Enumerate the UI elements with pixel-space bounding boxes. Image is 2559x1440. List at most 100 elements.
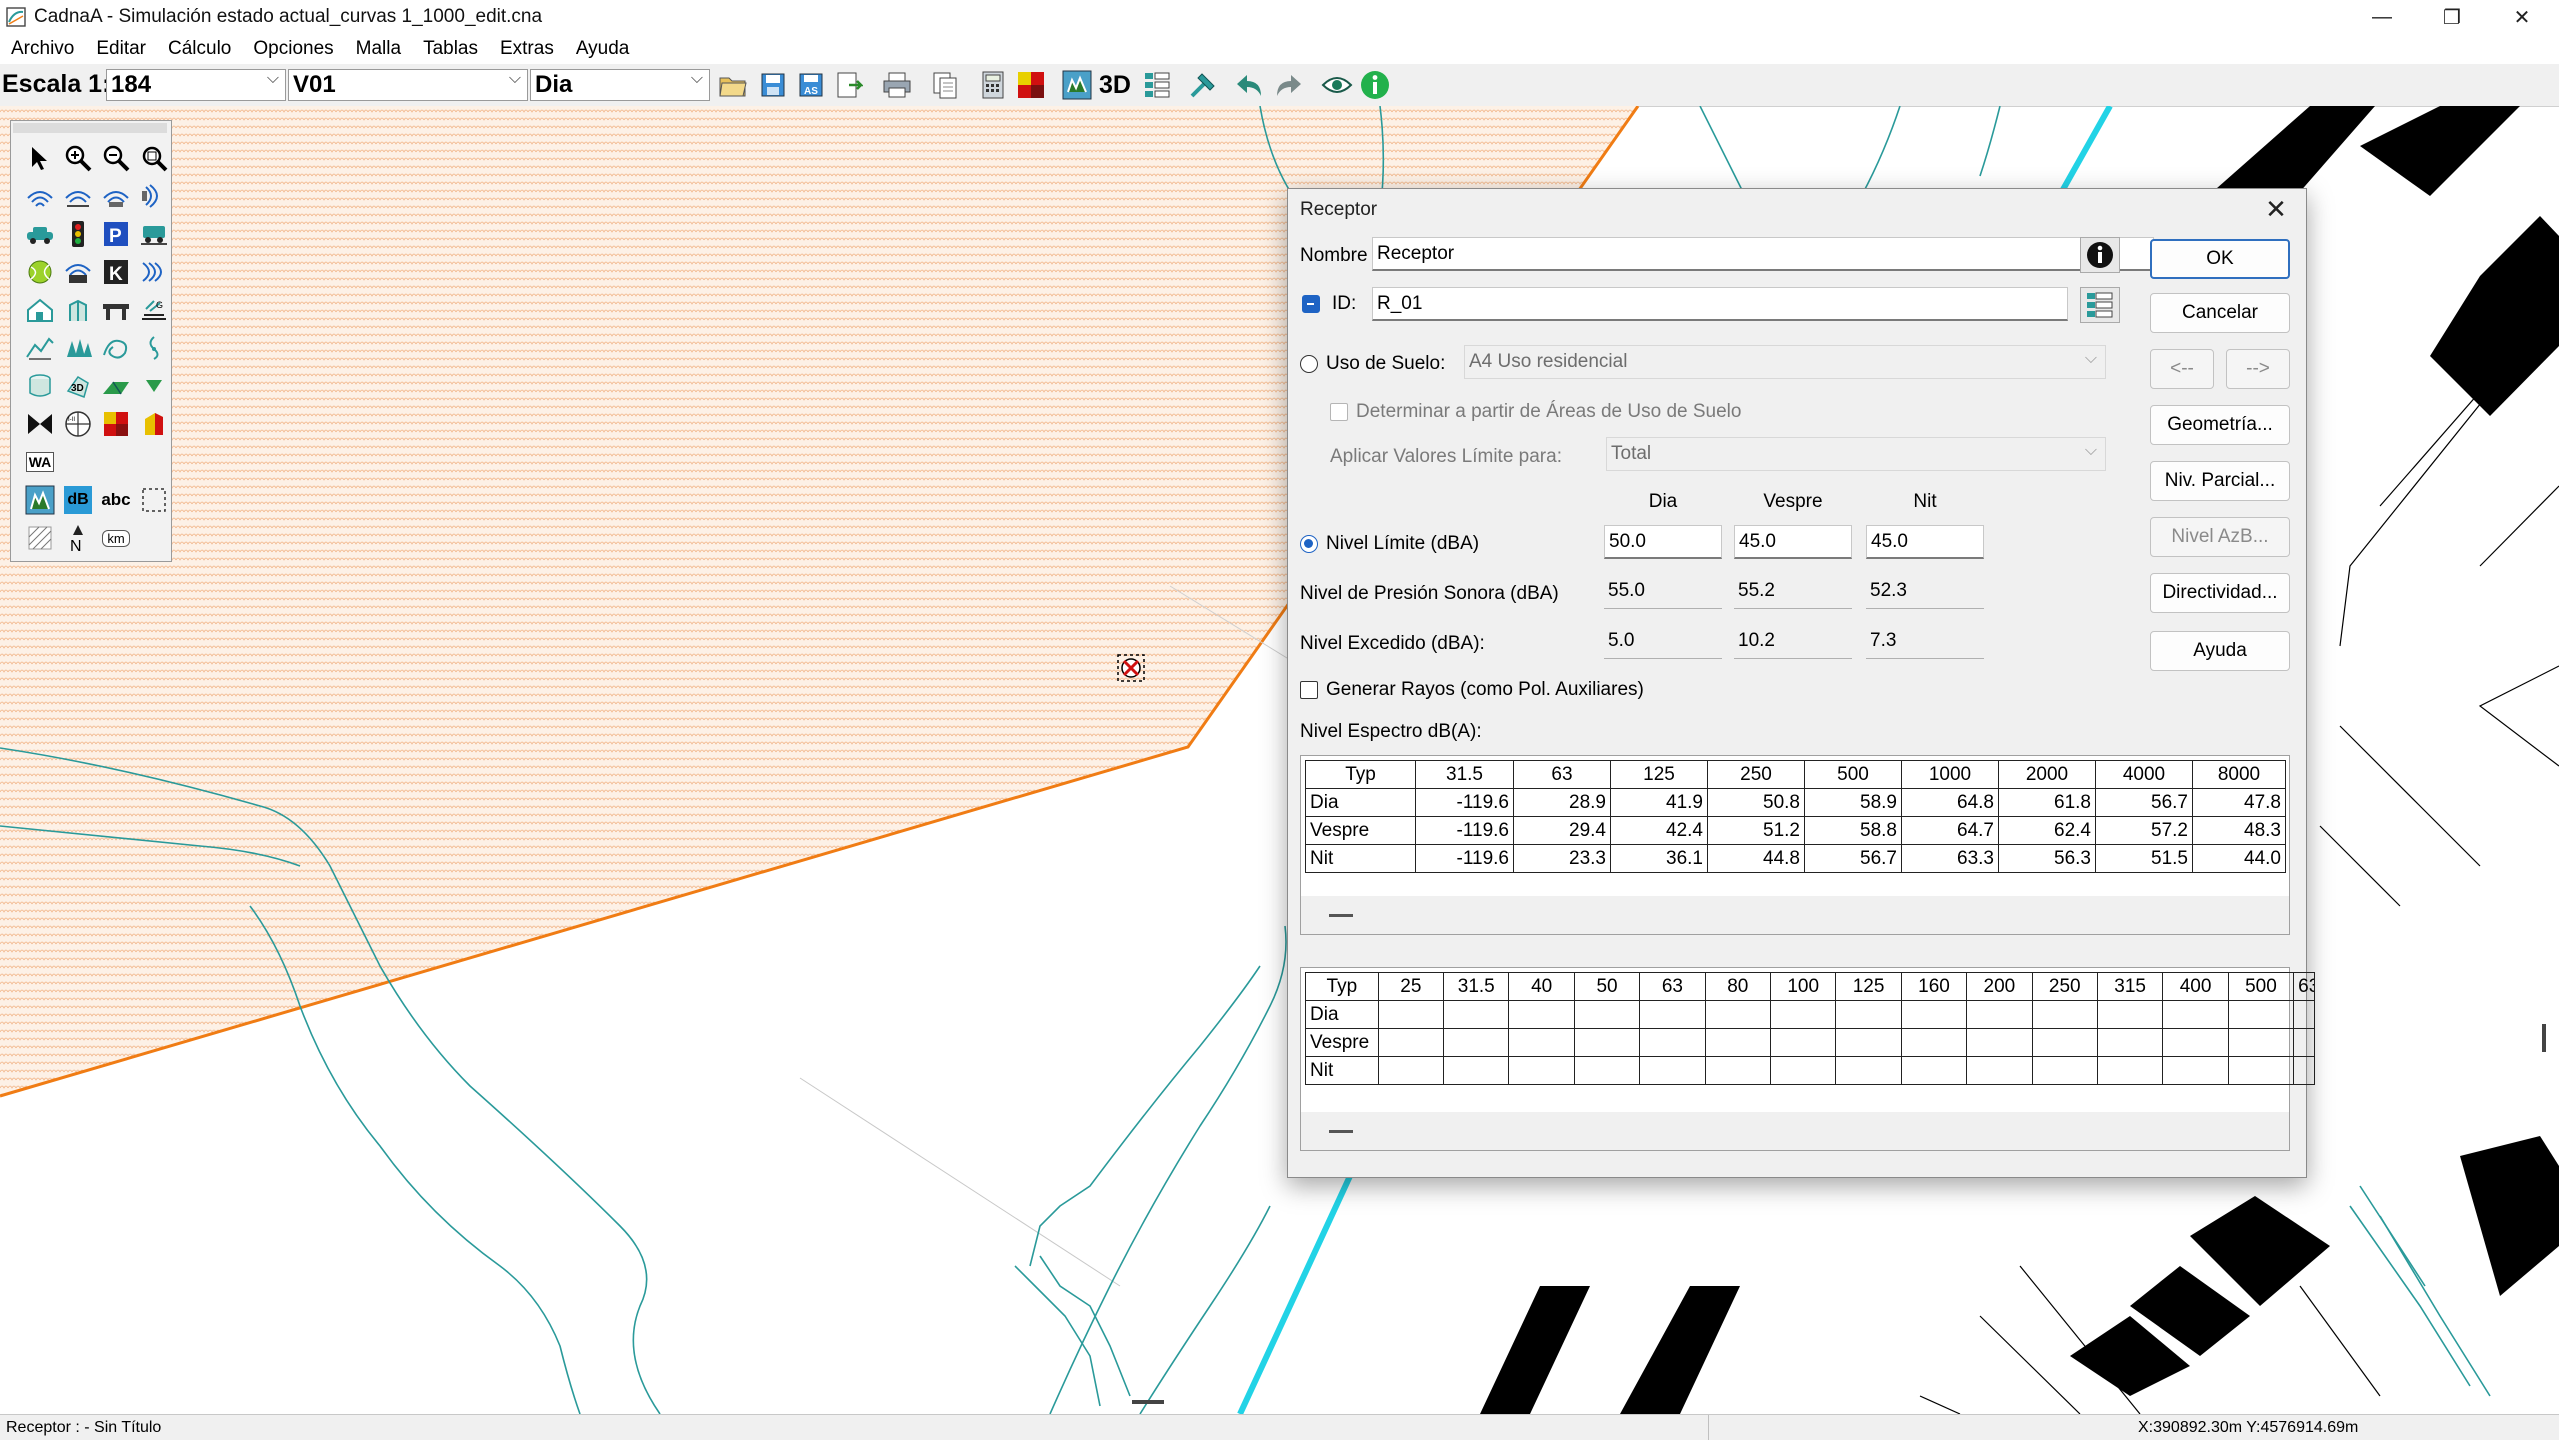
parking-icon[interactable]: P	[99, 217, 133, 251]
table-cell[interactable]	[1900, 1056, 1968, 1085]
previous-button[interactable]: <--	[2150, 349, 2214, 389]
table-cell[interactable]: 56.3	[1998, 844, 2096, 873]
table-cell[interactable]	[1900, 1000, 1968, 1029]
road-icon[interactable]	[23, 217, 57, 251]
zoom-in-icon[interactable]	[61, 141, 95, 175]
grid-map-small-icon[interactable]	[99, 407, 133, 441]
table-cell[interactable]	[2162, 1000, 2229, 1029]
table-cell[interactable]	[1704, 1000, 1772, 1029]
zoom-out-icon[interactable]	[99, 141, 133, 175]
table-cell[interactable]	[1443, 1028, 1510, 1057]
bridge-icon[interactable]	[99, 293, 133, 327]
table-icon[interactable]	[1140, 68, 1174, 102]
save-icon[interactable]	[756, 68, 790, 102]
scale-combo[interactable]: 184 ⌵	[106, 69, 286, 101]
table-cell[interactable]: 62.4	[1998, 816, 2096, 845]
menu-calculo[interactable]: Cálculo	[157, 34, 242, 64]
table-row[interactable]: Vespre	[1305, 1028, 2315, 1057]
print-icon[interactable]	[880, 68, 914, 102]
calculator-icon[interactable]	[976, 68, 1010, 102]
point-source-icon[interactable]	[23, 179, 57, 213]
table-cell[interactable]	[1508, 1000, 1575, 1029]
cylinder-icon[interactable]	[23, 369, 57, 403]
horizontal-scrollbar[interactable]	[1301, 1112, 2289, 1150]
close-window-button[interactable]: ✕	[2492, 0, 2552, 34]
wifi-source-icon[interactable]	[61, 255, 95, 289]
table-cell[interactable]	[1966, 1000, 2033, 1029]
table-cell[interactable]	[1769, 1056, 1837, 1085]
menu-ayuda[interactable]: Ayuda	[565, 34, 641, 64]
cancel-button[interactable]: Cancelar	[2150, 293, 2290, 333]
table-row[interactable]: Nit	[1305, 1056, 2315, 1085]
table-cell[interactable]	[2096, 1028, 2164, 1057]
receiver-icon[interactable]	[23, 483, 57, 517]
table-cell[interactable]: 64.7	[1901, 816, 1999, 845]
close-icon[interactable]: ✕	[2256, 193, 2296, 225]
grid-map-icon[interactable]	[1014, 68, 1048, 102]
nivel-limite-nit[interactable]: 45.0	[1866, 525, 1984, 559]
maximize-button[interactable]: ❐	[2422, 0, 2482, 34]
table-cell[interactable]	[1769, 1000, 1837, 1029]
tools-icon[interactable]	[1186, 68, 1220, 102]
redo-icon[interactable]	[1272, 68, 1306, 102]
geometry-button[interactable]: Geometría...	[2150, 405, 2290, 445]
table-cell[interactable]: 44.0	[2192, 844, 2286, 873]
table-cell[interactable]	[2031, 1056, 2098, 1085]
menu-malla[interactable]: Malla	[345, 34, 412, 64]
directivity-button[interactable]: Directividad...	[2150, 573, 2290, 613]
section-box-icon[interactable]	[137, 483, 171, 517]
zoom-window-icon[interactable]	[137, 141, 171, 175]
forest-icon[interactable]	[61, 331, 95, 365]
contour-line-icon[interactable]	[99, 331, 133, 365]
export-icon[interactable]	[832, 68, 866, 102]
table-cell[interactable]	[1835, 1028, 1902, 1057]
table-cell[interactable]	[1573, 1056, 1641, 1085]
k-icon[interactable]: K	[99, 255, 133, 289]
tennis-ball-icon[interactable]	[23, 255, 57, 289]
table-cell[interactable]: 50.8	[1707, 788, 1805, 817]
table-cell[interactable]: -119.6	[1415, 844, 1514, 873]
crossing-icon[interactable]: I-II	[61, 407, 95, 441]
sound-wall-icon[interactable]	[137, 255, 171, 289]
table-cell[interactable]	[1443, 1056, 1510, 1085]
table-cell[interactable]	[2096, 1056, 2164, 1085]
table-cell[interactable]: 61.8	[1998, 788, 2096, 817]
table-cell[interactable]: 51.5	[2095, 844, 2193, 873]
table-cell[interactable]	[2293, 1028, 2315, 1057]
uso-suelo-radio[interactable]	[1300, 355, 1318, 373]
menu-tablas[interactable]: Tablas	[412, 34, 489, 64]
table-cell[interactable]	[1377, 1028, 1445, 1057]
table-cell[interactable]: 42.4	[1610, 816, 1708, 845]
facade-map-icon[interactable]	[137, 407, 171, 441]
barrier-icon[interactable]	[61, 293, 95, 327]
table-cell[interactable]	[2227, 1056, 2295, 1085]
bowtie-icon[interactable]	[23, 407, 57, 441]
table-cell[interactable]	[1769, 1028, 1837, 1057]
id-field[interactable]: R_01	[1372, 287, 2068, 321]
table-cell[interactable]	[1508, 1056, 1575, 1085]
3d-object-icon[interactable]: 3D	[61, 369, 95, 403]
table-cell[interactable]	[1573, 1028, 1641, 1057]
table-cell[interactable]: 28.9	[1513, 788, 1611, 817]
table-cell[interactable]: 51.2	[1707, 816, 1805, 845]
table-cell[interactable]	[1639, 1056, 1706, 1085]
nivel-limite-vespre[interactable]: 45.0	[1734, 525, 1852, 559]
table-cell[interactable]: 56.7	[1804, 844, 1902, 873]
north-arrow-icon[interactable]: N	[61, 521, 95, 555]
table-cell[interactable]	[1704, 1056, 1772, 1085]
table-row[interactable]: Dia -119.6 28.9 41.9 50.8 58.9 64.8 61.8…	[1305, 788, 2286, 817]
table-cell[interactable]: 29.4	[1513, 816, 1611, 845]
third-octave-spectrum-table[interactable]: Typ 25 31.5 40 50 63 80 100 125 160 200 …	[1300, 967, 2315, 1151]
table-cell[interactable]	[1443, 1000, 1510, 1029]
traffic-light-icon[interactable]	[61, 217, 95, 251]
id-table-button[interactable]	[2080, 287, 2120, 323]
table-cell[interactable]: 63.3	[1901, 844, 1999, 873]
table-cell[interactable]	[1900, 1028, 1968, 1057]
table-cell[interactable]: 58.8	[1804, 816, 1902, 845]
id-checkbox[interactable]	[1302, 295, 1320, 313]
table-cell[interactable]	[1573, 1000, 1641, 1029]
table-cell[interactable]	[1639, 1028, 1706, 1057]
table-cell[interactable]	[2162, 1056, 2229, 1085]
menu-editar[interactable]: Editar	[85, 34, 157, 64]
nivel-limite-radio[interactable]	[1300, 535, 1318, 553]
